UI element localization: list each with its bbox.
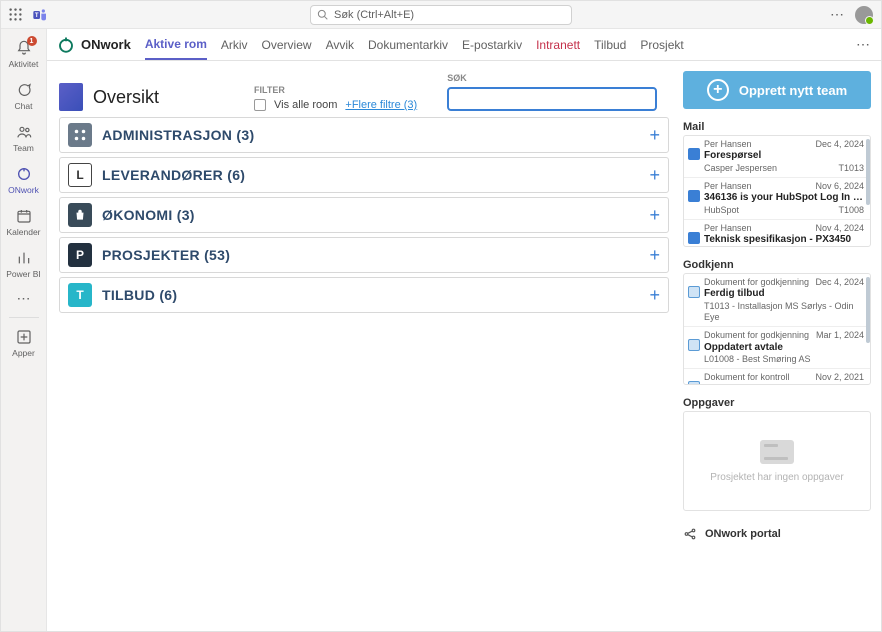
mail-icon bbox=[688, 148, 700, 160]
user-avatar[interactable] bbox=[855, 6, 873, 24]
rail-activity[interactable]: 1 Aktivitet bbox=[1, 35, 47, 75]
tab-arkiv[interactable]: Arkiv bbox=[221, 31, 248, 59]
app-logo: ONwork bbox=[57, 36, 131, 54]
group-title: LEVERANDØRER (6) bbox=[102, 167, 649, 183]
onwork-icon bbox=[15, 165, 33, 183]
tab-dokumentarkiv[interactable]: Dokumentarkiv bbox=[368, 31, 448, 59]
rail-apps[interactable]: Apper bbox=[1, 324, 47, 364]
group-row[interactable]: T TILBUD (6)+ bbox=[59, 277, 669, 313]
approval-item[interactable]: Dokument for godkjenningMar 1, 2024Oppda… bbox=[684, 327, 870, 369]
app-logo-icon bbox=[57, 36, 75, 54]
mail-item[interactable]: Per HansenDec 4, 2024ForespørselCasper J… bbox=[684, 136, 870, 178]
tab-aktive-rom[interactable]: Aktive rom bbox=[145, 30, 207, 60]
new-team-button[interactable]: + Opprett nytt team bbox=[683, 71, 871, 109]
group-row[interactable]: L LEVERANDØRER (6)+ bbox=[59, 157, 669, 193]
group-title: PROSJEKTER (53) bbox=[102, 247, 649, 263]
mail-icon bbox=[688, 190, 700, 202]
mail-item[interactable]: Per HansenNov 6, 2024346136 is your HubS… bbox=[684, 178, 870, 220]
group-row[interactable]: P PROSJEKTER (53)+ bbox=[59, 237, 669, 273]
tab-avvik[interactable]: Avvik bbox=[326, 31, 354, 59]
group-icon bbox=[68, 203, 92, 227]
approve-panel-title: Godkjenn bbox=[683, 259, 871, 271]
tab-epostarkiv[interactable]: E-postarkiv bbox=[462, 31, 522, 59]
tab-tilbud[interactable]: Tilbud bbox=[594, 31, 626, 59]
rail-powerbi[interactable]: Power BI bbox=[1, 245, 47, 285]
ellipsis-icon: ⋯ bbox=[15, 289, 33, 307]
global-search-input[interactable]: Søk (Ctrl+Alt+E) bbox=[310, 5, 572, 25]
tab-prosjekt[interactable]: Prosjekt bbox=[640, 31, 683, 59]
filter-block: FILTER Vis alle room +Flere filtre (3) bbox=[254, 85, 417, 111]
document-icon bbox=[688, 286, 700, 298]
calendar-icon bbox=[15, 207, 33, 225]
share-icon bbox=[683, 527, 697, 541]
search-icon bbox=[317, 9, 328, 20]
mail-panel-title: Mail bbox=[683, 121, 871, 133]
search-label: SØK bbox=[447, 73, 657, 83]
waffle-icon[interactable] bbox=[9, 8, 22, 21]
group-title: TILBUD (6) bbox=[102, 287, 649, 303]
plus-circle-icon: + bbox=[707, 79, 729, 101]
tasks-panel-title: Oppgaver bbox=[683, 397, 871, 409]
mail-icon bbox=[688, 232, 700, 244]
group-title: ADMINISTRASJON (3) bbox=[102, 127, 649, 143]
expand-icon[interactable]: + bbox=[649, 245, 660, 266]
group-icon: L bbox=[68, 163, 92, 187]
apps-icon bbox=[15, 328, 33, 346]
expand-icon[interactable]: + bbox=[649, 285, 660, 306]
oversikt-search-input[interactable] bbox=[447, 87, 657, 111]
group-row[interactable]: ADMINISTRASJON (3)+ bbox=[59, 117, 669, 153]
expand-icon[interactable]: + bbox=[649, 125, 660, 146]
vis-alle-room-label: Vis alle room bbox=[274, 99, 337, 111]
group-icon: T bbox=[68, 283, 92, 307]
group-icon bbox=[68, 123, 92, 147]
svg-text:T: T bbox=[35, 13, 39, 19]
rail-onwork[interactable]: ONwork bbox=[1, 161, 47, 201]
header-more-icon[interactable]: ⋯ bbox=[856, 36, 871, 53]
page-title-icon bbox=[59, 83, 83, 111]
vis-alle-room-checkbox[interactable] bbox=[254, 99, 266, 111]
approval-item[interactable]: Dokument for godkjenningDec 4, 2024Ferdi… bbox=[684, 274, 870, 327]
chat-icon bbox=[15, 81, 33, 99]
approval-item[interactable]: Dokument for kontrollNov 2, 2021TO Hotel… bbox=[684, 369, 870, 385]
window-titlebar: T Søk (Ctrl+Alt+E) ⋯ bbox=[1, 1, 881, 29]
onwork-portal-link[interactable]: ONwork portal bbox=[683, 523, 871, 545]
tab-intranett[interactable]: Intranett bbox=[536, 31, 580, 59]
rail-calendar[interactable]: Kalender bbox=[1, 203, 47, 243]
tasks-empty-state: Prosjektet har ingen oppgaver bbox=[683, 411, 871, 511]
tab-overview[interactable]: Overview bbox=[262, 31, 312, 59]
mail-item[interactable]: Per HansenNov 4, 2024Teknisk spesifikasj… bbox=[684, 220, 870, 247]
titlebar-more-icon[interactable]: ⋯ bbox=[830, 6, 845, 23]
expand-icon[interactable]: + bbox=[649, 165, 660, 186]
team-icon bbox=[15, 123, 33, 141]
rail-team[interactable]: Team bbox=[1, 119, 47, 159]
group-icon: P bbox=[68, 243, 92, 267]
document-icon bbox=[688, 339, 700, 351]
expand-icon[interactable]: + bbox=[649, 205, 660, 226]
empty-card-icon bbox=[760, 440, 794, 464]
approve-panel: Dokument for godkjenningDec 4, 2024Ferdi… bbox=[683, 273, 871, 385]
mail-panel: Per HansenDec 4, 2024ForespørselCasper J… bbox=[683, 135, 871, 247]
activity-badge: 1 bbox=[27, 36, 37, 46]
chart-icon bbox=[15, 249, 33, 267]
group-row[interactable]: ØKONOMI (3)+ bbox=[59, 197, 669, 233]
teams-logo-icon: T bbox=[32, 7, 48, 23]
flere-filtre-link[interactable]: +Flere filtre (3) bbox=[345, 99, 417, 111]
rail-more[interactable]: ⋯ bbox=[1, 287, 47, 311]
rail-chat[interactable]: Chat bbox=[1, 77, 47, 117]
document-icon bbox=[688, 381, 700, 385]
filter-label: FILTER bbox=[254, 85, 417, 95]
left-rail: 1 Aktivitet Chat Team ONwork Kalender bbox=[1, 29, 47, 631]
group-title: ØKONOMI (3) bbox=[102, 207, 649, 223]
app-header: ONwork Aktive rom Arkiv Overview Avvik D… bbox=[47, 29, 881, 61]
page-title: Oversikt bbox=[59, 83, 224, 111]
